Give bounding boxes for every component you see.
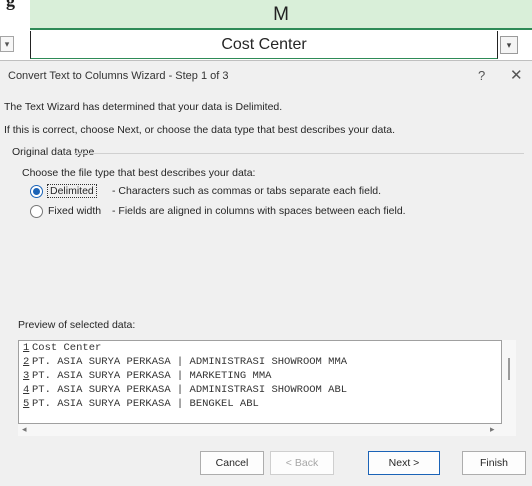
- scroll-right-icon[interactable]: ▸: [490, 424, 495, 435]
- preview-row: 4 PT. ASIA SURYA PERKASA | ADMINISTRASI …: [19, 383, 501, 397]
- preview-row: 5 PT. ASIA SURYA PERKASA | BENGKEL ABL: [19, 397, 501, 411]
- wizard-info-text: The Text Wizard has determined that your…: [4, 101, 283, 113]
- close-icon[interactable]: ✕: [510, 66, 523, 84]
- text-to-columns-dialog: Convert Text to Columns Wizard - Step 1 …: [0, 60, 532, 486]
- cancel-button[interactable]: Cancel: [200, 451, 264, 475]
- preview-row: 1 Cost Center: [19, 341, 501, 355]
- row-number: 5: [23, 398, 30, 410]
- row-text: PT. ASIA SURYA PERKASA | ADMINISTRASI SH…: [32, 384, 348, 396]
- column-header-m[interactable]: M: [30, 0, 532, 30]
- radio-delimited[interactable]: [30, 184, 43, 198]
- row-text: PT. ASIA SURYA PERKASA | ADMINISTRASI SH…: [32, 356, 348, 368]
- row-text: PT. ASIA SURYA PERKASA | MARKETING MMA: [32, 370, 272, 382]
- help-icon[interactable]: ?: [478, 68, 485, 83]
- option-delimited[interactable]: Delimited - Characters such as commas or…: [30, 183, 381, 199]
- delimited-description: - Characters such as commas or tabs sepa…: [112, 185, 382, 197]
- filter-dropdown-right[interactable]: ▾: [500, 36, 518, 54]
- vertical-scrollbar[interactable]: [502, 340, 516, 424]
- filter-dropdown-left[interactable]: ▾: [0, 36, 14, 52]
- original-data-type-label: Original data type: [12, 146, 95, 158]
- finish-button[interactable]: Finish: [462, 451, 526, 475]
- wizard-instruction-text: If this is correct, choose Next, or choo…: [4, 124, 396, 136]
- option-fixed-width[interactable]: Fixed width - Fields are aligned in colu…: [30, 203, 406, 219]
- excel-backdrop: g M ▾ Cost Center ▾: [0, 0, 532, 60]
- dialog-titlebar: Convert Text to Columns Wizard - Step 1 …: [0, 61, 532, 91]
- preview-row: 3 PT. ASIA SURYA PERKASA | MARKETING MMA: [19, 369, 501, 383]
- preview-label: Preview of selected data:: [18, 319, 136, 331]
- fixed-width-description: - Fields are aligned in columns with spa…: [112, 205, 406, 217]
- fixed-width-label[interactable]: Fixed width: [48, 205, 106, 217]
- next-button[interactable]: Next >: [368, 451, 440, 475]
- cell-cost-center[interactable]: Cost Center: [30, 31, 498, 59]
- row-number: 3: [23, 370, 30, 382]
- dialog-title: Convert Text to Columns Wizard - Step 1 …: [8, 70, 229, 82]
- row-number: 2: [23, 356, 30, 368]
- delimited-label[interactable]: Delimited: [47, 184, 97, 198]
- back-button[interactable]: < Back: [270, 451, 334, 475]
- radio-fixed-width[interactable]: [30, 204, 43, 218]
- vertical-scroll-thumb[interactable]: [508, 358, 510, 380]
- row-text: Cost Center: [32, 342, 102, 354]
- choose-file-type-label: Choose the file type that best describes…: [22, 167, 256, 179]
- scroll-left-icon[interactable]: ◂: [22, 424, 27, 435]
- row-text: PT. ASIA SURYA PERKASA | BENGKEL ABL: [32, 398, 259, 410]
- data-preview[interactable]: 1 Cost Center 2 PT. ASIA SURYA PERKASA |…: [18, 340, 502, 424]
- row-number: 1: [23, 342, 30, 354]
- partial-text: g: [6, 0, 15, 10]
- group-divider: [74, 153, 524, 154]
- row-number: 4: [23, 384, 30, 396]
- preview-row: 2 PT. ASIA SURYA PERKASA | ADMINISTRASI …: [19, 355, 501, 369]
- horizontal-scrollbar[interactable]: ◂ ▸: [18, 424, 516, 436]
